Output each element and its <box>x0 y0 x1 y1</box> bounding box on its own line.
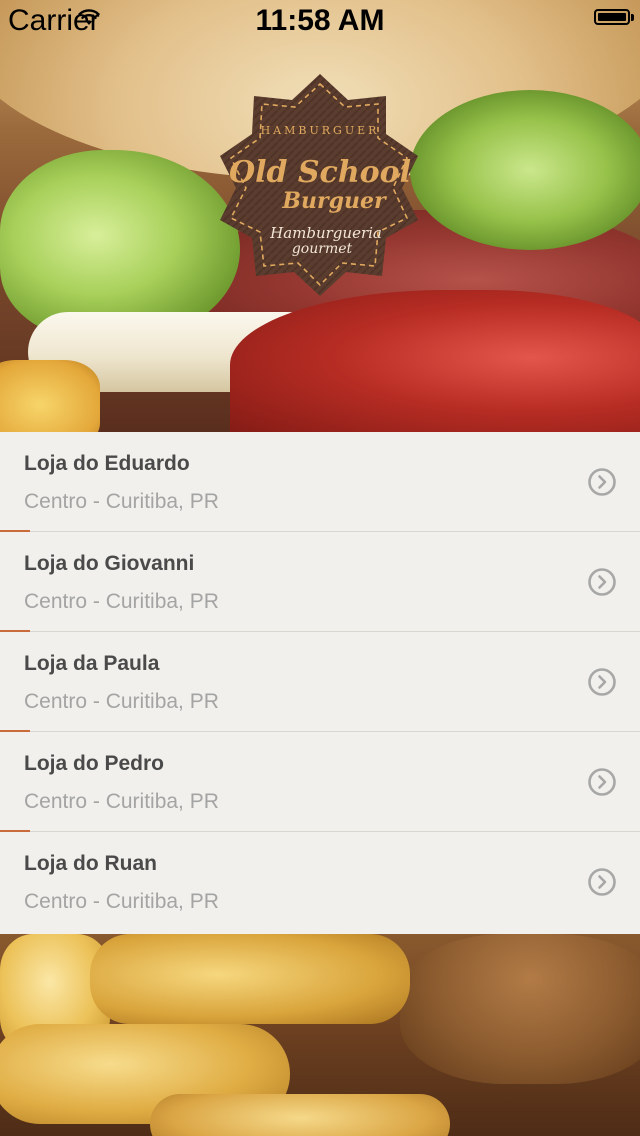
store-name: Loja da Paula <box>24 652 160 675</box>
chevron-right-circle-icon[interactable] <box>587 467 617 497</box>
store-name: Loja do Ruan <box>24 852 157 875</box>
store-name: Loja do Eduardo <box>24 452 190 475</box>
logo-title-line2: Burguer <box>281 188 387 214</box>
fry <box>90 934 410 1024</box>
clock: 11:58 AM <box>255 4 385 37</box>
chevron-right-circle-icon[interactable] <box>587 567 617 597</box>
logo-subtitle-line2: gourmet <box>292 241 353 257</box>
store-name: Loja do Pedro <box>24 752 165 775</box>
brand-logo: HAMBURGUER Old School Burguer Hamburguer… <box>206 70 434 298</box>
logo-title-line1: Old School <box>229 155 411 190</box>
store-list: Loja do Eduardo Centro - Curitiba, PR Lo… <box>0 432 640 934</box>
status-bar: Carrier 11:58 AM <box>0 0 640 40</box>
burger-lettuce-right <box>410 90 640 250</box>
burger-tomato <box>230 290 640 432</box>
footer-bun <box>400 934 640 1084</box>
chevron-right-circle-icon[interactable] <box>587 667 617 697</box>
chevron-right-circle-icon[interactable] <box>587 767 617 797</box>
battery-tip <box>631 14 634 21</box>
store-row-paula[interactable]: Loja da Paula Centro - Curitiba, PR <box>0 632 640 732</box>
fry <box>150 1094 450 1136</box>
battery-icon <box>594 9 630 25</box>
burger-fries <box>0 360 100 432</box>
store-row-giovanni[interactable]: Loja do Giovanni Centro - Curitiba, PR <box>0 532 640 632</box>
store-location: Centro - Curitiba, PR <box>24 690 219 713</box>
store-row-pedro[interactable]: Loja do Pedro Centro - Curitiba, PR <box>0 732 640 832</box>
store-location: Centro - Curitiba, PR <box>24 490 219 513</box>
logo-subtitle-line1: Hamburgueria <box>269 224 382 242</box>
footer-fries-image <box>0 934 640 1136</box>
store-name: Loja do Giovanni <box>24 552 195 575</box>
store-location: Centro - Curitiba, PR <box>24 590 219 613</box>
logo-top-text: HAMBURGUER <box>261 124 380 137</box>
store-location: Centro - Curitiba, PR <box>24 890 219 913</box>
store-location: Centro - Curitiba, PR <box>24 790 219 813</box>
store-row-eduardo[interactable]: Loja do Eduardo Centro - Curitiba, PR <box>0 432 640 532</box>
store-row-ruan[interactable]: Loja do Ruan Centro - Curitiba, PR <box>0 832 640 932</box>
chevron-right-circle-icon[interactable] <box>587 867 617 897</box>
logo-badge: HAMBURGUER Old School Burguer Hamburguer… <box>220 74 418 296</box>
